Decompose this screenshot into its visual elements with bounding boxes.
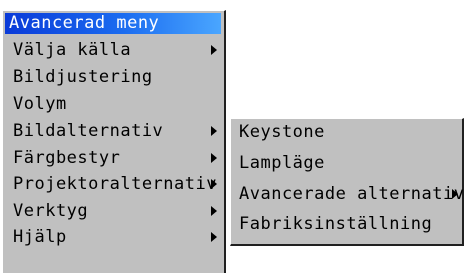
menu-item-color-management[interactable]: Färgbestyr (13, 145, 219, 171)
menu-item-select-source[interactable]: Välja källa (13, 37, 219, 63)
menu-item-label: Välja källa (13, 40, 132, 60)
menu-item-tools[interactable]: Verktyg (13, 198, 219, 224)
picture-options-submenu: Keystone Lampläge Avancerade alternativ … (230, 118, 464, 246)
menu-item-label: Verktyg (13, 201, 89, 221)
menu-item-label: Volym (13, 94, 67, 114)
menu-title: Avancerad meny (5, 13, 221, 34)
submenu-item-advanced-options[interactable]: Avancerade alternativ (239, 181, 464, 207)
submenu-arrow-icon (452, 189, 458, 199)
submenu-arrow-icon (211, 206, 217, 216)
menu-item-label: Bildalternativ (13, 121, 164, 141)
menu-item-label: Bildjustering (13, 67, 153, 87)
menu-item-label: Fabriksinställning (239, 214, 433, 234)
menu-item-picture-adjust[interactable]: Bildjustering (13, 64, 219, 90)
menu-item-help[interactable]: Hjälp (13, 224, 219, 250)
menu-item-picture-options[interactable]: Bildalternativ (13, 118, 219, 144)
submenu-arrow-icon (211, 179, 217, 189)
submenu-item-lamp-mode[interactable]: Lampläge (239, 150, 459, 176)
submenu-arrow-icon (211, 126, 217, 136)
menu-item-volume[interactable]: Volym (13, 91, 219, 117)
menu-item-label: Keystone (239, 122, 325, 142)
menu-item-label: Avancerade alternativ (239, 184, 465, 204)
submenu-item-factory-reset[interactable]: Fabriksinställning (239, 211, 459, 237)
submenu-item-keystone[interactable]: Keystone (239, 119, 459, 145)
advanced-menu: Avancerad meny Välja källa Bildjustering… (2, 10, 226, 273)
menu-item-label: Projektoralternativ (13, 174, 217, 194)
menu-item-projector-options[interactable]: Projektoralternativ (13, 171, 219, 197)
submenu-arrow-icon (211, 153, 217, 163)
submenu-arrow-icon (211, 232, 217, 242)
menu-item-label: Lampläge (239, 153, 325, 173)
menu-item-label: Färgbestyr (13, 148, 121, 168)
submenu-arrow-icon (211, 45, 217, 55)
menu-item-label: Hjälp (13, 227, 67, 247)
